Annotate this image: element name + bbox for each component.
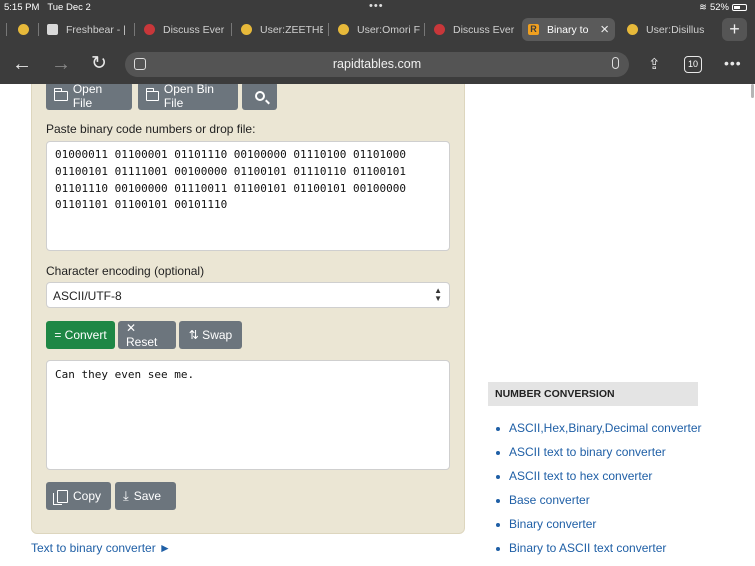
copy-icon (53, 489, 68, 505)
tab-favicon-icon (434, 24, 445, 35)
tab-5[interactable]: Discuss Ever (434, 18, 516, 41)
sidebar-link[interactable]: ASCII text to binary converter (496, 445, 702, 469)
tab-count-button[interactable]: 10 (684, 56, 702, 73)
open-bin-file-button[interactable]: Open Bin File (138, 84, 238, 110)
tab-7[interactable]: User:Disillus (627, 18, 715, 41)
reload-icon[interactable]: ↻ (88, 54, 110, 75)
battery-percent: 52% (709, 2, 729, 13)
tab-favicon-icon (241, 24, 252, 35)
tab-2[interactable]: Discuss Ever (144, 18, 226, 41)
download-icon: ⤓ (123, 488, 129, 503)
multitasking-dots[interactable]: ••• (369, 0, 384, 12)
sidebar-link[interactable]: ASCII text to hex converter (496, 469, 702, 493)
status-time: 5:15 PM Tue Dec 2 (4, 2, 91, 13)
tab-3[interactable]: User:ZEETHE (241, 18, 323, 41)
more-icon[interactable]: ••• (724, 55, 742, 71)
tab-favicon-icon (144, 24, 155, 35)
status-right: ≋ 52% (699, 2, 747, 13)
back-icon[interactable]: ← (11, 54, 33, 75)
rapidtables-favicon-icon: R (528, 24, 539, 35)
tab-favicon-icon (47, 24, 58, 35)
copy-button[interactable]: Copy (46, 482, 111, 510)
tab-label: User:ZEETHE (260, 23, 323, 36)
save-label: Save (133, 489, 162, 503)
open-file-label: Open File (72, 84, 103, 110)
input-label: Paste binary code numbers or drop file: (46, 122, 256, 136)
text-output[interactable]: Can they even see me. (46, 360, 450, 470)
tab-strip: Freshbear - | Discuss Ever User:ZEETHE U… (0, 14, 755, 45)
tab-favicon-icon (338, 24, 349, 35)
folder-icon (53, 88, 68, 101)
encoding-label: Character encoding (optional) (46, 264, 205, 278)
share-icon[interactable]: ⇪ (648, 55, 661, 73)
tab-favicon-icon (627, 24, 638, 35)
sidebar-link[interactable]: Binary to ASCII text converter (496, 541, 702, 565)
status-bar: 5:15 PM Tue Dec 2 ••• ≋ 52% (0, 0, 755, 14)
tab-6-active[interactable]: R Binary to × (522, 18, 615, 41)
page-content: Open File Open Bin File Paste binary cod… (0, 84, 755, 566)
swap-label: ⇅ Swap (188, 328, 233, 342)
reset-button[interactable]: ✕ Reset (118, 321, 176, 349)
tab-4[interactable]: User:Omori F (338, 18, 420, 41)
tab-favicon-icon (18, 24, 29, 35)
convert-button[interactable]: = Convert (46, 321, 115, 349)
sidebar-list: ASCII,Hex,Binary,Decimal converter ASCII… (496, 421, 702, 565)
copy-label: Copy (73, 489, 102, 503)
tab-label: Freshbear - | (66, 23, 126, 36)
wifi-icon: ≋ (699, 2, 707, 13)
forward-icon[interactable]: → (50, 54, 72, 75)
sidebar-link[interactable]: Binary converter (496, 517, 702, 541)
new-tab-button[interactable]: + (722, 18, 747, 41)
tab-label: Binary to (547, 23, 589, 36)
sidebar-heading: NUMBER CONVERSION (488, 382, 698, 406)
tab-label: Discuss Ever (453, 23, 515, 36)
encoding-selected-value: ASCII/UTF-8 (53, 289, 122, 303)
tab-label: Discuss Ever (163, 23, 225, 36)
swap-button[interactable]: ⇅ Swap (179, 321, 242, 349)
tab-label: User:Disillus (646, 23, 705, 36)
tab-1[interactable]: Freshbear - | (47, 18, 127, 41)
select-chevron-icon: ▲ ▼ (434, 286, 442, 303)
tab-0[interactable] (18, 18, 38, 41)
binary-input[interactable]: 01000011 01100001 01101110 00100000 0111… (46, 141, 450, 251)
search-icon (254, 91, 265, 101)
address-bar[interactable]: rapidtables.com (125, 52, 629, 77)
open-bin-file-label: Open Bin File (163, 84, 214, 110)
encoding-select[interactable]: ASCII/UTF-8 ▲ ▼ (46, 282, 450, 308)
url-text: rapidtables.com (332, 57, 422, 71)
search-button[interactable] (242, 84, 277, 110)
sidebar-link[interactable]: ASCII,Hex,Binary,Decimal converter (496, 421, 702, 445)
scrollbar[interactable] (751, 84, 754, 98)
browser-toolbar: ← → ↻ rapidtables.com ⇪ 10 ••• (0, 45, 755, 84)
save-button[interactable]: ⤓ Save (115, 482, 176, 510)
close-tab-icon[interactable]: × (600, 21, 609, 38)
sidebar-link[interactable]: Base converter (496, 493, 702, 517)
tab-label: User:Omori F (357, 23, 420, 36)
folder-icon (145, 88, 159, 101)
open-file-button[interactable]: Open File (46, 84, 132, 110)
convert-label: = Convert (54, 328, 107, 342)
microphone-icon[interactable] (612, 57, 619, 69)
battery-icon (732, 4, 747, 11)
reset-label: ✕ Reset (126, 321, 158, 349)
text-to-binary-link[interactable]: Text to binary converter ► (31, 541, 171, 555)
